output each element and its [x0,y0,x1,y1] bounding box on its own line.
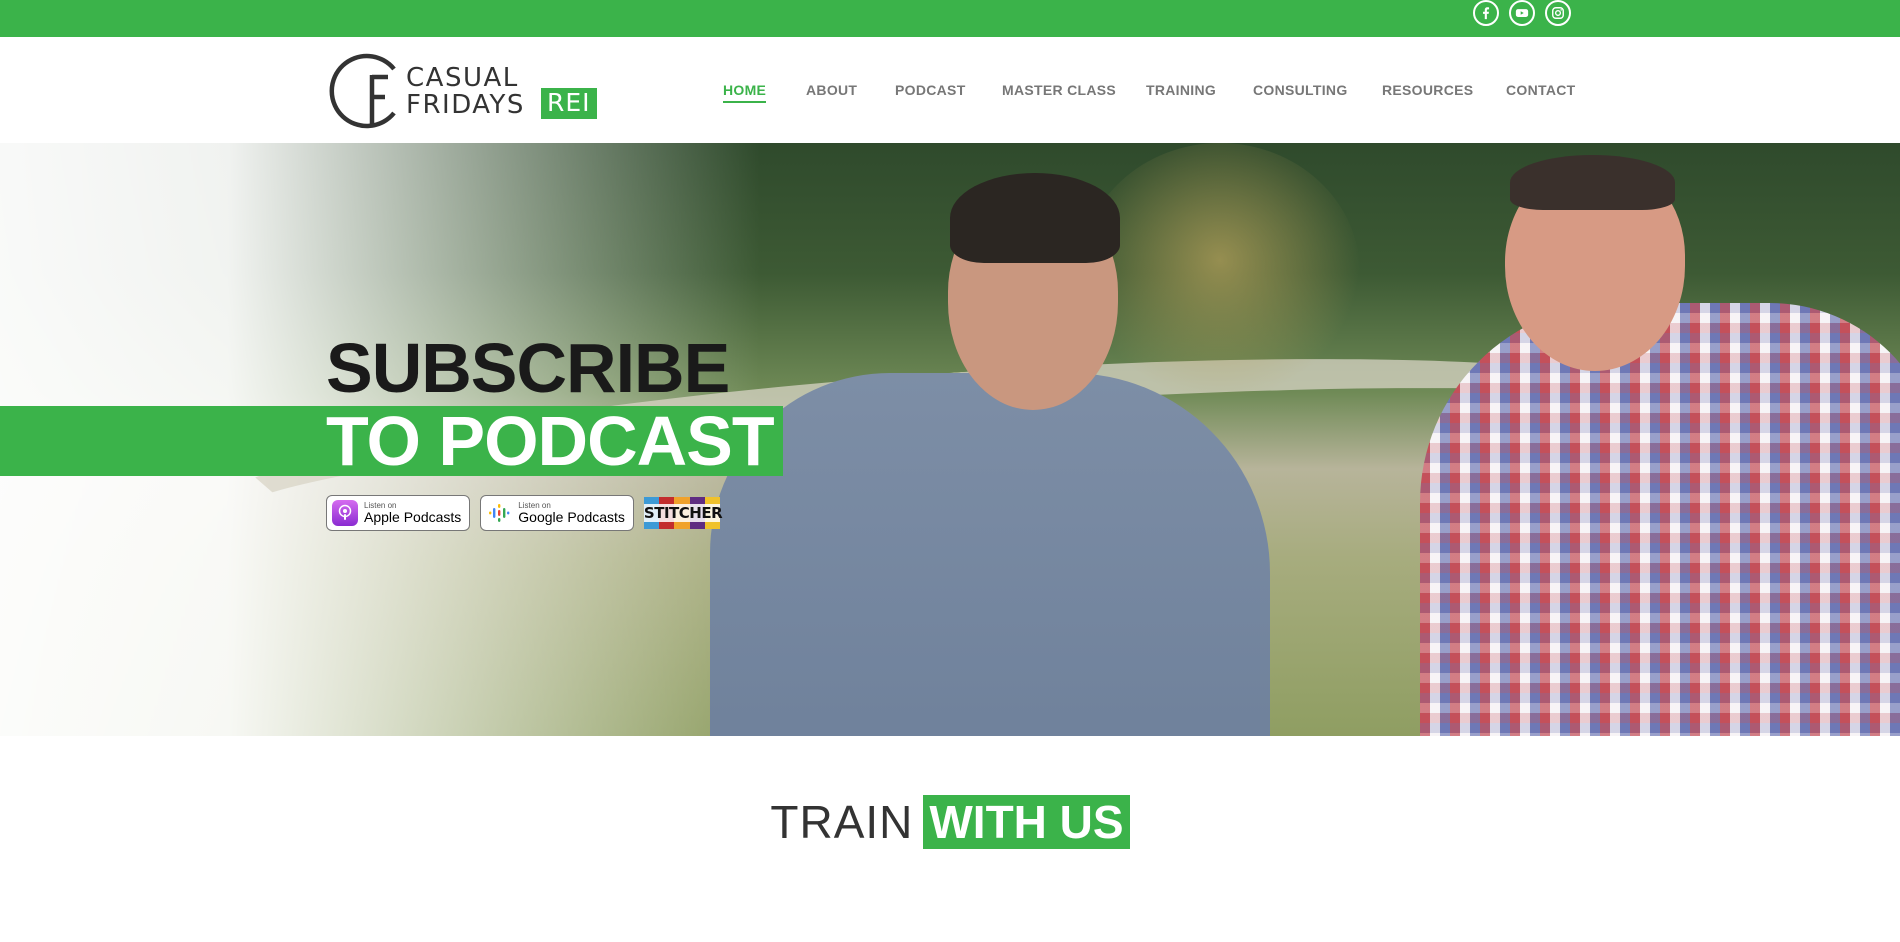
stitcher-label: STITCHER [643,504,723,522]
apple-podcasts-badge[interactable]: Listen on Apple Podcasts [326,495,471,531]
hero-photo-person-left-shirt [710,373,1270,736]
hero-photo-person-left-hair [950,173,1120,263]
hero-photo-tree [1080,143,1360,403]
hero-photo-person-right-shirt [1420,303,1900,736]
train-heading-light: TRAIN [770,796,914,848]
nav-resources[interactable]: RESOURCES [1382,82,1473,98]
hero-photo-person-right-hair [1510,155,1675,210]
nav-podcast[interactable]: PODCAST [895,82,966,98]
google-badge-big-text: Google Podcasts [518,509,625,525]
google-podcasts-icon [486,500,512,526]
train-section-heading: TRAIN WITH US [0,795,1900,849]
train-heading-bold: WITH US [923,795,1130,849]
main-nav: HOME ABOUT PODCAST MASTER CLASS TRAINING… [0,82,1900,103]
google-podcasts-badge[interactable]: Listen on Google Podcasts [480,495,634,531]
hero-title-line-1: SUBSCRIBE [326,329,730,407]
stitcher-badge[interactable]: STITCHER [643,497,723,529]
site-header: CASUAL FRIDAYS REI HOME ABOUT PODCAST MA… [0,37,1900,143]
hero-banner: SUBSCRIBE TO PODCAST Listen on Apple Pod… [0,143,1900,736]
apple-podcasts-icon [332,500,358,526]
nav-contact[interactable]: CONTACT [1506,82,1576,98]
hero-title-line-2: TO PODCAST [326,402,775,480]
instagram-icon[interactable] [1545,0,1571,26]
podcast-badges: Listen on Apple Podcasts Listen on Googl… [326,495,723,531]
nav-consulting[interactable]: CONSULTING [1253,82,1348,98]
top-bar [0,0,1900,37]
social-links [1473,0,1571,26]
apple-badge-big-text: Apple Podcasts [364,509,462,525]
nav-about[interactable]: ABOUT [806,82,857,98]
youtube-icon[interactable] [1509,0,1535,26]
nav-master-class[interactable]: MASTER CLASS [1002,82,1116,98]
nav-training[interactable]: TRAINING [1146,82,1216,98]
facebook-icon[interactable] [1473,0,1499,26]
nav-home[interactable]: HOME [723,82,767,103]
